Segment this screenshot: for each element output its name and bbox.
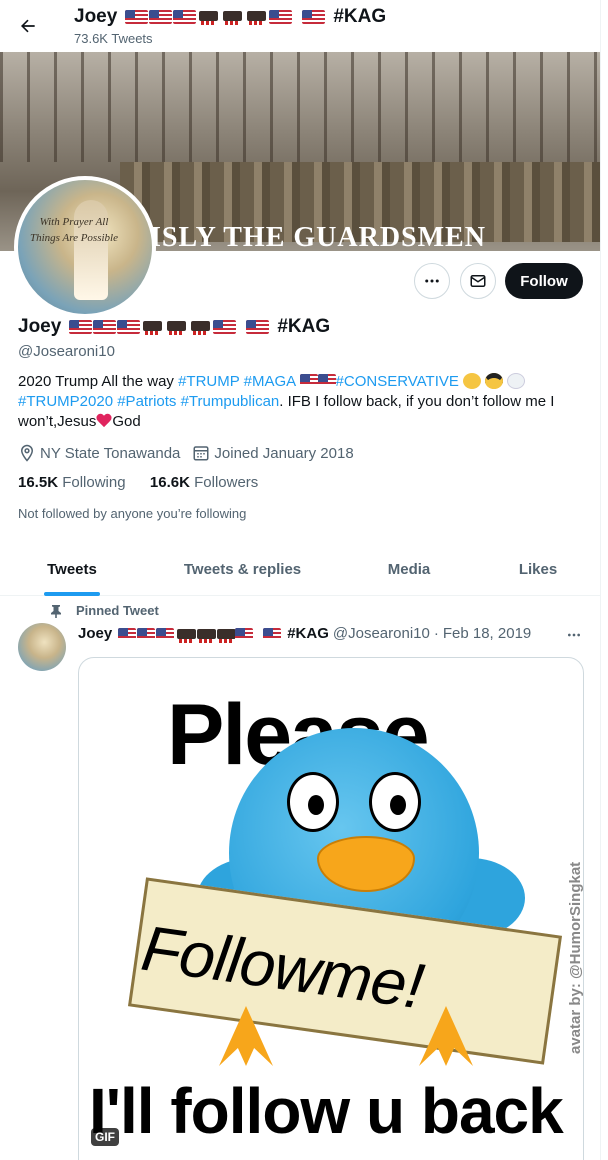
gif-watermark: avatar by: @HumorSingkat xyxy=(567,861,584,1054)
follow-counts: 16.5K Following 16.6K Followers xyxy=(18,474,258,491)
snowman-icon xyxy=(507,373,526,389)
tab-media[interactable]: Media xyxy=(360,543,458,596)
us-flag-icon xyxy=(263,627,282,640)
not-followed-note: Not followed by anyone you’re following xyxy=(18,506,247,521)
hashtag-link[interactable]: #TRUMP xyxy=(178,373,239,390)
banner-trees xyxy=(0,52,600,162)
tweet-gif[interactable]: Please Followme! I'll follow u back avat… xyxy=(78,657,584,1160)
more-button[interactable] xyxy=(414,263,450,299)
train-icon xyxy=(175,626,197,643)
hashtag-link[interactable]: #TRUMP2020 xyxy=(18,393,113,410)
gif-badge: GIF xyxy=(91,1128,119,1146)
header-hashtag: #KAG xyxy=(333,6,387,27)
us-flag-icon xyxy=(93,320,117,334)
profile-meta: NY State Tonawanda Joined January 2018 xyxy=(18,444,366,462)
envelope-icon xyxy=(470,275,486,287)
top-bar: Joey #KAG 73.6K Tweets xyxy=(0,0,600,52)
active-tab-indicator xyxy=(44,592,100,596)
separator-dot: · xyxy=(433,625,439,642)
arrow-left-icon xyxy=(21,19,35,33)
followers-link[interactable]: 16.6K Followers xyxy=(150,474,258,491)
bird-foot xyxy=(219,1006,273,1066)
train-icon xyxy=(197,8,220,26)
hashtag-link[interactable]: #Patriots xyxy=(117,393,176,410)
gif-text-follow-back: I'll follow u back xyxy=(89,1075,564,1147)
profile-name: Joey #KAG xyxy=(18,316,331,337)
tweet-count: 73.6K Tweets xyxy=(74,31,153,46)
hand-icon xyxy=(463,373,482,389)
header-name: Joey #KAG xyxy=(74,6,387,27)
us-flag-icon xyxy=(137,627,156,640)
tweet-author-name[interactable]: Joey #KAG xyxy=(78,625,329,643)
more-dots-icon xyxy=(425,279,439,283)
pinned-label: Pinned Tweet xyxy=(50,603,159,618)
us-flag-icon xyxy=(117,320,141,334)
name-emojis xyxy=(69,318,270,336)
tweet-more-button[interactable] xyxy=(562,625,586,645)
tab-tweets[interactable]: Tweets xyxy=(20,543,124,596)
profile-tabs: Tweets Tweets & replies Media Likes xyxy=(0,543,600,596)
bird-feet xyxy=(219,1006,479,1076)
bird-eye xyxy=(369,772,421,832)
train-icon xyxy=(221,8,244,26)
train-icon xyxy=(189,318,212,336)
train-icon xyxy=(165,318,188,336)
train-icon xyxy=(195,626,217,643)
profile-avatar[interactable]: With Prayer All Things Are Possible xyxy=(14,176,156,318)
tweet-avatar[interactable] xyxy=(18,623,66,671)
tweet-date[interactable]: Feb 18, 2019 xyxy=(443,625,531,642)
following-link[interactable]: 16.5K Following xyxy=(18,474,126,491)
us-flag-icon xyxy=(317,374,336,386)
location-pin-icon xyxy=(20,444,34,462)
us-flag-icon xyxy=(173,10,197,24)
message-button[interactable] xyxy=(460,263,496,299)
hashtag-link[interactable]: #CONSERVATIVE xyxy=(336,373,459,390)
name-emojis xyxy=(118,626,282,643)
us-flag-icon xyxy=(118,627,137,640)
calendar-icon xyxy=(193,446,209,461)
tab-likes[interactable]: Likes xyxy=(498,543,578,596)
more-dots-icon xyxy=(568,633,580,637)
us-flag-icon xyxy=(269,10,293,24)
hashtag-link[interactable]: #MAGA xyxy=(244,373,296,390)
train-icon xyxy=(141,318,164,336)
us-flag-icon xyxy=(302,10,326,24)
tweet-author-handle[interactable]: @Josearoni10 xyxy=(333,625,430,642)
us-flag-icon xyxy=(156,627,175,640)
tab-tweets-replies[interactable]: Tweets & replies xyxy=(170,543,315,596)
name-emojis xyxy=(125,8,326,26)
us-flag-icon xyxy=(235,627,254,640)
bird-foot xyxy=(419,1006,473,1066)
us-flag-icon xyxy=(299,374,318,386)
us-flag-icon xyxy=(213,320,237,334)
us-flag-icon xyxy=(125,10,149,24)
avatar-caption: With Prayer All Things Are Possible xyxy=(29,216,118,244)
tweet-header: Joey #KAG @Josearoni10 · Feb 18, 2019 xyxy=(78,625,531,643)
bird-eye xyxy=(287,772,339,832)
train-icon xyxy=(245,8,268,26)
sunglasses-face-icon xyxy=(485,373,504,389)
heart-icon xyxy=(96,413,112,429)
us-flag-icon xyxy=(149,10,173,24)
profile-handle: @Josearoni10 xyxy=(18,343,115,360)
train-icon xyxy=(215,626,237,643)
profile-bio: 2020 Trump All the way #TRUMP #MAGA #CON… xyxy=(18,373,555,430)
profile-hashtag: #KAG xyxy=(277,316,331,337)
hashtag-link[interactable]: #Trumpublican xyxy=(181,393,280,410)
pin-icon xyxy=(51,604,61,618)
us-flag-icon xyxy=(246,320,270,334)
us-flag-icon xyxy=(69,320,93,334)
banner-overlay-text: ISLY THE GUARDSMEN xyxy=(150,222,486,253)
profile-column: Joey #KAG 73.6K Tweets ISLY THE GUARDSME… xyxy=(0,0,601,1160)
joined-date: Joined January 2018 xyxy=(192,444,354,462)
back-button[interactable] xyxy=(14,12,42,40)
location: NY State Tonawanda xyxy=(18,444,180,462)
follow-button[interactable]: Follow xyxy=(505,263,583,299)
